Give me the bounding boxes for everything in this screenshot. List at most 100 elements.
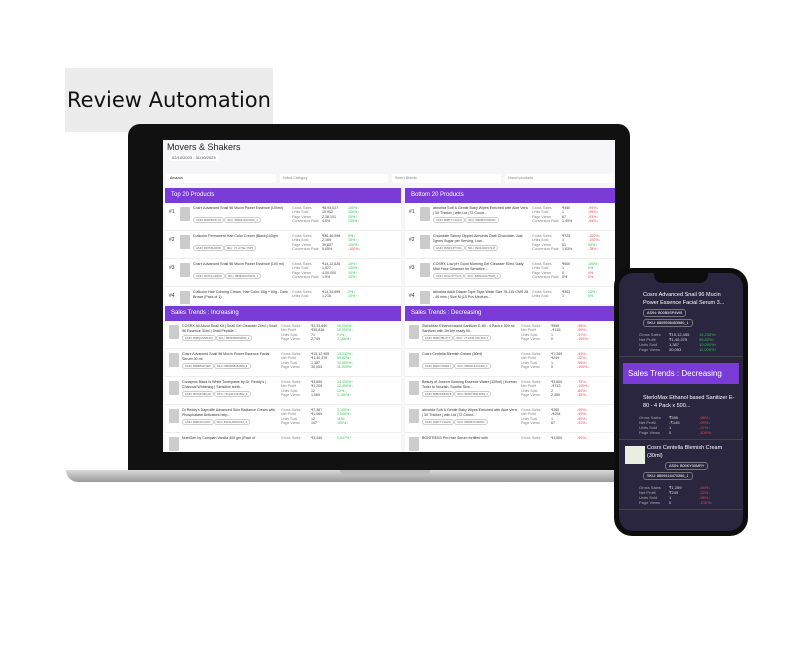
product-name[interactable]: COSRX All About Snail Kit | Snail Gel Cl…	[182, 324, 278, 334]
asin-badge[interactable]: ASIN: B09FCP7V9G	[433, 245, 465, 251]
metric-value: 1.49%	[562, 219, 573, 224]
metric-value: ₹3,440	[311, 436, 323, 440]
sku-badge[interactable]: SKU: 8809598453580_1	[643, 319, 693, 327]
filter-3[interactable]: Search products	[504, 174, 613, 183]
asin-badge[interactable]: ASIN: B00PBX3L7K	[193, 217, 225, 223]
product-row[interactable]: #3 COSRX Low pH Good Morning Gel Cleanser…	[405, 259, 615, 287]
product-row[interactable]: #1 Cosrx Advanced Snail 96 Mucin Power Es…	[165, 203, 401, 231]
product-tags: ASIN: B07K1G4RD9 SKU: 8809416470009_1	[193, 272, 289, 279]
product-row[interactable]: NutriGen by Compian Vanilla 400 gm (Pack…	[165, 433, 401, 452]
product-name[interactable]: Cosrx Advanced Snail 96 Mucin Power Esse…	[182, 352, 278, 362]
phone-product-card[interactable]: Cosrx Centella Blemish Cream (30ml) ASIN:…	[619, 440, 743, 510]
product-row[interactable]: #4 Cuticolor Hair Coloring Cream, Hair Co…	[165, 287, 401, 304]
asin-badge[interactable]: ASIN: B08QHMWF3Q	[182, 335, 216, 341]
sku-badge[interactable]: SKU: 8809598452800_1	[215, 335, 253, 341]
sku-badge[interactable]: SKU: 8809416470366_1	[454, 363, 491, 369]
sku-badge[interactable]: SKU: 7612412431802_1	[213, 391, 251, 397]
phone-screen: Cosrx Advanced Snail 96 Mucin Power Esse…	[619, 273, 743, 531]
asin-badge[interactable]: ASIN: B00B5SP4W5	[643, 309, 687, 317]
product-row[interactable]: #3 Cosrx Advanced Snail 96 Mucin Power Es…	[165, 259, 401, 287]
asin-badge[interactable]: ASIN: B08F3CCZ6V	[182, 419, 214, 425]
product-name[interactable]: Beauty of Joseon Glowing Essence Water (…	[422, 380, 518, 390]
asin-badge[interactable]: ASIN: B00B5SP4W5	[182, 363, 214, 369]
product-name[interactable]: Cosrx Advanced Snail 96 Mucin Power Esse…	[193, 262, 289, 272]
metric-label: Units Sold	[292, 294, 309, 299]
product-tags: ASIN: B08C7BHJ7Y SKU: VT-1800-000-500-4	[422, 334, 518, 341]
metric-label: Page Views	[281, 393, 300, 398]
sku-badge[interactable]: SKU: 8809416470528_1	[464, 273, 502, 279]
asin-badge[interactable]: ASIN: B00KY00MRY	[422, 363, 455, 369]
panel-title: Bottom 20 Products	[405, 188, 615, 203]
sku-badge[interactable]: SKU: 8809598453580_1	[213, 363, 251, 369]
product-row[interactable]: #4 abrorbia Adult Diaper Tape Style Waist…	[405, 287, 615, 304]
asin-badge[interactable]: ASIN: B07K1G4RD9	[193, 273, 225, 279]
metric-change: 1,100%↑	[337, 393, 351, 398]
asin-badge[interactable]: ASIN: B07K5L3P46	[193, 245, 224, 251]
date-range-picker[interactable]: 02/10/2023 - 31/10/2023	[169, 154, 219, 161]
sku-badge[interactable]: SKU: 8809416470366_1	[643, 472, 693, 480]
asin-badge[interactable]: ASIN: B08TYC1HKC	[422, 419, 455, 425]
sku-badge[interactable]: SKU: 8809738316863_1	[454, 391, 491, 397]
product-row[interactable]: BONTRESS Pro Hair Serum fortified with Gr…	[405, 433, 615, 452]
filter-2[interactable]: Select Brands	[392, 174, 501, 183]
sku-badge[interactable]: SKU: 8901148030013_1	[213, 419, 250, 425]
filter-0[interactable]: Amazon	[167, 174, 276, 183]
product-name[interactable]: Cosrx Centella Blemish Cream (30ml)	[422, 352, 518, 362]
product-name[interactable]: Cuticolor Permanent Hair Color Cream (Bl…	[193, 234, 289, 244]
sku-badge[interactable]: SKU: 8809537006361	[465, 217, 499, 223]
asin-badge[interactable]: ASIN: B01CS7Y9YA	[433, 273, 465, 279]
product-name[interactable]: Cuticolor Hair Coloring Cream, Hair Colo…	[193, 290, 289, 300]
product-name[interactable]: Chocolate Skinny Dipped Almonds Dark Cho…	[433, 234, 529, 244]
phone-product-card[interactable]: Cosrx Advanced Snail 96 Mucin Power Esse…	[619, 287, 743, 357]
product-name[interactable]: abrorbia Adult Diaper Tape Style Waist S…	[433, 290, 529, 300]
product-name[interactable]: Cosrx Advanced Snail 96 Mucin Power Esse…	[193, 206, 289, 216]
metric-value: 107	[311, 421, 317, 426]
product-name[interactable]: COSRX Low pH Good Morning Gel Cleanser 5…	[433, 262, 529, 272]
product-row[interactable]: Cunaprox Black Is White Toothpaste by Dr…	[165, 377, 401, 405]
product-tags: ASIN: B00B5SP4W5 SKU: 8809598453580_1	[182, 362, 278, 369]
asin-badge[interactable]: ASIN: B00KY00MRY	[665, 462, 709, 470]
product-thumbnail	[420, 263, 430, 277]
asin-badge[interactable]: ASIN: B07SFG8QJH	[182, 391, 214, 397]
sku-badge[interactable]: SKU: VT-A7SE-Y5PT	[223, 245, 257, 251]
sku-badge[interactable]: SKU: 8809537006361	[454, 419, 488, 425]
product-row[interactable]: Beauty of Joseon Glowing Essence Water (…	[405, 377, 615, 405]
product-name[interactable]: Dr Reddy's Daprolife Advanced Skin Radia…	[182, 408, 278, 418]
metric-change: 10%↑	[348, 275, 357, 280]
asin-badge[interactable]: ASIN: B08C7BHJ7Y	[422, 335, 454, 341]
metric-label: Conversion Rate	[532, 247, 559, 252]
product-row[interactable]: #2 Cuticolor Permanent Hair Color Cream (…	[165, 231, 401, 259]
asin-badge[interactable]: ASIN: B0B2SD6WT8	[422, 391, 455, 397]
filter-1[interactable]: Select Category	[279, 174, 388, 183]
metric-value: 0%	[562, 275, 568, 280]
product-row[interactable]: COSRX All About Snail Kit | Snail Gel Cl…	[165, 321, 401, 349]
sku-badge[interactable]: SKU: 8904400157247	[464, 245, 499, 251]
product-name[interactable]: SterloMax Ethanol based Sanitizer E-80 -…	[422, 324, 518, 334]
metric-value: 0	[669, 500, 672, 505]
product-row[interactable]: #1 abrorbia Soft & Gentle Baby Wipes Enri…	[405, 203, 615, 231]
sku-badge[interactable]: SKU: VT-1800-000-500-4	[453, 335, 491, 341]
product-row[interactable]: Cosrx Advanced Snail 96 Mucin Power Esse…	[165, 349, 401, 377]
product-thumbnail	[409, 353, 419, 367]
phone-product-card[interactable]: SterloMax Ethanol based Sanitizer E-80 -…	[619, 390, 743, 440]
product-row[interactable]: SterloMax Ethanol based Sanitizer E-80 -…	[405, 321, 615, 349]
sku-badge[interactable]: SKU: 8809416470009_1	[224, 273, 262, 279]
product-name[interactable]: NutriGen by Compian Vanilla 400 gm (Pack…	[182, 436, 278, 446]
product-tags: ASIN: B00KY00MRY SKU: 8809416470366_1	[422, 362, 518, 369]
product-row[interactable]: #2 Chocolate Skinny Dipped Almonds Dark C…	[405, 231, 615, 259]
product-info: Cosrx Advanced Snail 96 Mucin Power Esse…	[182, 352, 278, 369]
product-info: Cuticolor Permanent Hair Color Cream (Bl…	[193, 234, 289, 251]
product-row[interactable]: abrorbia Soft & Gentle Baby Wipes Enrich…	[405, 405, 615, 433]
laptop-screen: Movers & Shakers 02/10/2023 - 31/10/2023…	[163, 140, 615, 452]
product-name[interactable]: abrorbia Soft & Gentle Baby Wipes Enrich…	[433, 206, 529, 216]
product-name[interactable]: BONTRESS Pro Hair Serum fortified with	[422, 436, 518, 446]
product-thumbnail	[169, 381, 179, 395]
product-name[interactable]: Cunaprox Black Is White Toothpaste by Dr…	[182, 380, 278, 390]
product-info: Cuticolor Hair Coloring Cream, Hair Colo…	[193, 290, 289, 300]
product-thumbnail	[180, 291, 190, 304]
asin-badge[interactable]: ASIN: B08TYC1HKC	[433, 217, 466, 223]
product-name[interactable]: abrorbia Soft & Gentle Baby Wipes Enrich…	[422, 408, 518, 418]
sku-badge[interactable]: SKU: 8809416470009_1	[224, 217, 261, 223]
product-row[interactable]: Cosrx Centella Blemish Cream (30ml) ASIN:…	[405, 349, 615, 377]
product-row[interactable]: Dr Reddy's Daprolife Advanced Skin Radia…	[165, 405, 401, 433]
